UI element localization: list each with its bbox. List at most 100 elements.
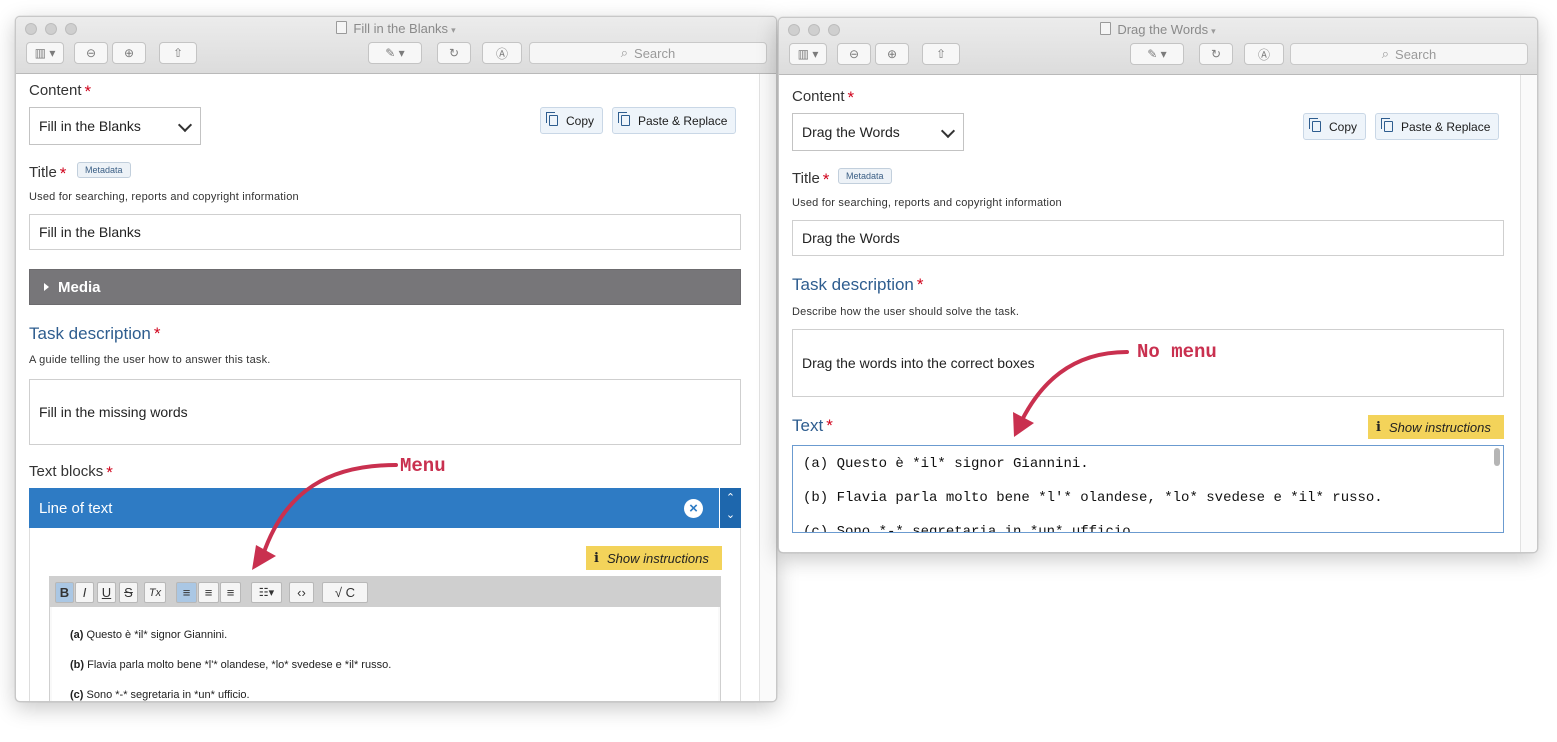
editor-line: (b) Flavia parla molto bene *l'* olandes…	[70, 659, 392, 671]
chevron-down-icon	[940, 123, 956, 139]
rotate-icon[interactable]: ↻	[437, 42, 471, 64]
required-asterisk: *	[826, 416, 833, 435]
copy-icon	[1309, 118, 1321, 132]
math-formula-icon[interactable]: √ C	[322, 582, 368, 603]
menu-annotation: Menu	[400, 455, 446, 477]
annotate-icon[interactable]: Ⓐ	[482, 42, 522, 64]
required-asterisk: *	[916, 275, 924, 294]
chevron-down-icon	[177, 117, 193, 133]
chevron-down-icon: ▾	[451, 25, 456, 35]
window-fill-in-the-blanks: Fill in the Blanks ▾ ▥ ▾ ⊖ ⊕ ⇧ ✎ ▾ ↻ Ⓐ ⌕ S…	[15, 16, 777, 702]
show-instructions-button[interactable]: i Show instructions	[586, 546, 722, 570]
paste-icon	[618, 112, 630, 126]
required-asterisk: *	[847, 88, 855, 107]
content-select[interactable]: Fill in the Blanks	[29, 107, 201, 145]
task-description-hint: A guide telling the user how to answer t…	[29, 354, 271, 366]
annotate-icon[interactable]: Ⓐ	[1244, 43, 1284, 65]
info-icon: i	[594, 550, 599, 566]
required-asterisk: *	[59, 164, 67, 183]
editor-content: Content * Drag the Words Copy Paste & Rep…	[779, 75, 1537, 552]
show-instructions-button[interactable]: i Show instructions	[1368, 415, 1504, 439]
move-up-icon[interactable]: ⌃	[720, 488, 741, 508]
content-select[interactable]: Drag the Words	[792, 113, 964, 151]
expand-triangle-icon	[44, 283, 49, 291]
editor-line: (c) Sono *-* segretaria in *un* ufficio.	[70, 689, 250, 701]
paste-icon	[1381, 118, 1393, 132]
line-of-text-header[interactable]: Line of text	[29, 488, 719, 528]
zoom-out-icon[interactable]: ⊖	[74, 42, 108, 64]
title-label: Title *	[29, 164, 67, 183]
editor-content: Content * Fill in the Blanks Copy Paste &…	[16, 74, 776, 701]
text-label: Text *	[792, 416, 833, 435]
search-field[interactable]: ⌕ Search	[529, 42, 767, 64]
window-title[interactable]: Fill in the Blanks ▾	[16, 21, 776, 36]
reorder-controls: ⌃ ⌄	[720, 488, 741, 528]
move-down-icon[interactable]: ⌄	[720, 508, 741, 528]
text-textarea[interactable]: (a) Questo è *il* signor Giannini. (b) F…	[792, 445, 1504, 533]
paste-replace-button[interactable]: Paste & Replace	[1375, 113, 1500, 140]
search-icon: ⌕	[620, 45, 629, 60]
clear-format-button[interactable]: Tx	[144, 582, 166, 603]
rotate-icon[interactable]: ↻	[1199, 43, 1233, 65]
content-label: Content *	[792, 88, 855, 107]
required-asterisk: *	[822, 170, 830, 189]
share-icon[interactable]: ⇧	[159, 42, 197, 64]
textarea-line: (a) Questo è *il* signor Giannini.	[803, 456, 1089, 472]
textarea-line: (c) Sono *-* segretaria in *un* ufficio.	[803, 524, 1140, 533]
chevron-down-icon: ▾	[1211, 26, 1216, 36]
underline-button[interactable]: U	[97, 582, 116, 603]
share-icon[interactable]: ⇧	[922, 43, 960, 65]
required-asterisk: *	[84, 82, 92, 101]
zoom-in-icon[interactable]: ⊕	[112, 42, 146, 64]
editor-line: (a) Questo è *il* signor Giannini.	[70, 629, 228, 641]
window-drag-the-words: Drag the Words ▾ ▥ ▾ ⊖ ⊕ ⇧ ✎ ▾ ↻ Ⓐ ⌕ Searc…	[778, 17, 1538, 553]
sidebar-toggle-icon[interactable]: ▥ ▾	[26, 42, 64, 64]
markup-pen-icon[interactable]: ✎ ▾	[1130, 43, 1184, 65]
metadata-badge[interactable]: Metadata	[838, 168, 892, 184]
textarea-scrollbar[interactable]	[1494, 448, 1500, 466]
info-icon: i	[1376, 419, 1381, 435]
title-input[interactable]: Drag the Words	[792, 220, 1504, 256]
align-right-icon[interactable]: ≡	[220, 582, 241, 603]
title-description: Used for searching, reports and copyrigh…	[792, 197, 1062, 209]
list-dropdown-icon[interactable]: ☷▾	[251, 582, 282, 603]
media-collapsible[interactable]: Media	[29, 269, 741, 305]
remove-item-icon[interactable]: ×	[684, 499, 703, 518]
window-scrollbar[interactable]	[759, 74, 776, 701]
editor-body[interactable]: (a) Questo è *il* signor Giannini. (b) F…	[52, 607, 718, 701]
bold-button[interactable]: B	[55, 582, 74, 603]
title-description: Used for searching, reports and copyrigh…	[29, 191, 299, 203]
window-title[interactable]: Drag the Words ▾	[779, 22, 1537, 37]
textarea-line: (b) Flavia parla molto bene *l'* olandes…	[803, 490, 1383, 506]
titlebar: Fill in the Blanks ▾ ▥ ▾ ⊖ ⊕ ⇧ ✎ ▾ ↻ Ⓐ ⌕ S…	[16, 17, 776, 74]
sidebar-toggle-icon[interactable]: ▥ ▾	[789, 43, 827, 65]
align-left-icon[interactable]: ≡	[176, 582, 197, 603]
content-label: Content *	[29, 82, 92, 101]
rich-text-editor: B I U S Tx ≡ ≡ ≡ ☷▾ ‹› √ C (a) Questo è …	[49, 576, 721, 701]
zoom-in-icon[interactable]: ⊕	[875, 43, 909, 65]
source-code-icon[interactable]: ‹›	[289, 582, 314, 603]
zoom-out-icon[interactable]: ⊖	[837, 43, 871, 65]
metadata-badge[interactable]: Metadata	[77, 162, 131, 178]
title-input[interactable]: Fill in the Blanks	[29, 214, 741, 250]
copy-button[interactable]: Copy	[1303, 113, 1367, 140]
task-description-input[interactable]: Drag the words into the correct boxes	[792, 329, 1504, 397]
editor-toolbar: B I U S Tx ≡ ≡ ≡ ☷▾ ‹› √ C	[50, 577, 720, 607]
titlebar: Drag the Words ▾ ▥ ▾ ⊖ ⊕ ⇧ ✎ ▾ ↻ Ⓐ ⌕ Searc…	[779, 18, 1537, 75]
task-description-input[interactable]: Fill in the missing words	[29, 379, 741, 445]
paste-replace-button[interactable]: Paste & Replace	[612, 107, 737, 134]
copy-icon	[546, 112, 558, 126]
task-description-hint: Describe how the user should solve the t…	[792, 306, 1020, 318]
no-menu-annotation: No menu	[1137, 341, 1217, 363]
search-icon: ⌕	[1381, 46, 1390, 61]
italic-button[interactable]: I	[75, 582, 94, 603]
search-field[interactable]: ⌕ Search	[1290, 43, 1528, 65]
markup-pen-icon[interactable]: ✎ ▾	[368, 42, 422, 64]
window-scrollbar[interactable]	[1520, 75, 1537, 552]
strike-button[interactable]: S	[119, 582, 138, 603]
document-icon	[336, 21, 348, 34]
align-center-icon[interactable]: ≡	[198, 582, 219, 603]
text-blocks-label: Text blocks *	[29, 463, 113, 482]
copy-button[interactable]: Copy	[540, 107, 604, 134]
required-asterisk: *	[153, 324, 161, 343]
